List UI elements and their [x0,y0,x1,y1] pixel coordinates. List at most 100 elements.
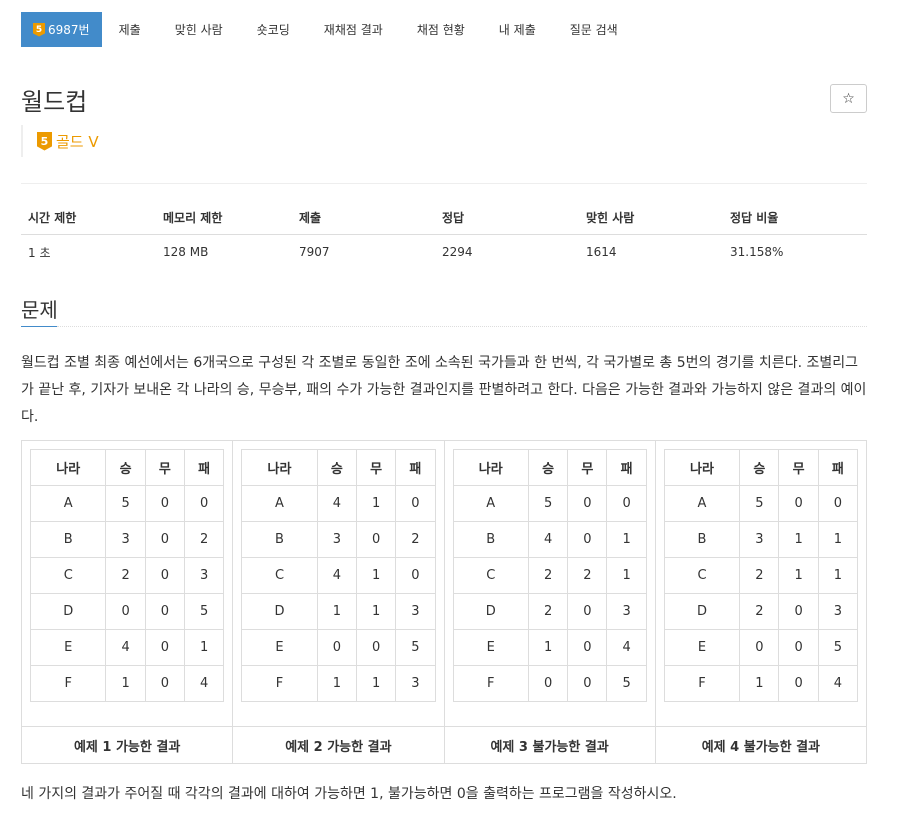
nav-submit[interactable]: 제출 [102,12,158,47]
result-cell: 2 [183,521,225,558]
example-cell-2: 나라 승 무 패 A 4 1 0 B 3 0 2 C 4 1 0 D 1 1 3 E 0 0 5 F 1 1 3 [232,440,445,727]
result-cell: 0 [395,557,436,594]
nav-short-coding[interactable]: 숏코딩 [240,12,307,47]
result-cell: 0 [144,521,185,558]
result-header: 나라 [663,449,741,486]
result-header: 무 [144,449,185,486]
result-cell: 0 [144,629,185,666]
section-title: 문제 [21,298,58,322]
result-cell: 3 [316,521,357,558]
example-caption: 예제 2 가능한 결과 [232,726,445,764]
result-row: B311 [663,521,859,558]
result-row: F005 [452,665,647,702]
nav-rejudge-results[interactable]: 재채점 결과 [307,12,400,47]
result-cell: 3 [606,593,647,630]
nav-my-submissions[interactable]: 내 제출 [482,12,553,47]
nav-judge-status[interactable]: 채점 현황 [400,12,482,47]
nav-problem-id[interactable]: 5 6987번 [21,12,102,47]
result-row: D113 [241,593,436,630]
result-header: 승 [316,449,357,486]
tier-badge-icon: 5 [33,22,45,37]
result-header: 무 [778,449,819,486]
section-underline [21,326,57,327]
section-divider [57,326,867,327]
result-header: 나라 [452,449,529,486]
result-cell: 3 [817,593,859,630]
result-cell: 3 [739,521,780,558]
nav-solved-users[interactable]: 맞힌 사람 [158,12,240,47]
result-cell: C [452,557,529,594]
result-cell: 0 [105,593,146,630]
examples-table: 나라 승 무 패 A 5 0 0 B 3 0 2 C 2 0 3 D 0 0 5 E 4 0 1 F 1 0 4 나라 승 무 패 A 4 1 0 B… [20,440,868,764]
result-cell: 3 [183,557,225,594]
result-cell: D [452,593,529,630]
result-cell: 3 [395,593,436,630]
result-cell: 4 [606,629,647,666]
result-cell: 1 [739,665,780,702]
result-row: C211 [663,557,859,594]
problem-id-label: 6987번 [48,23,90,37]
example-cell-3: 나라 승 무 패 A 5 0 0 B 4 0 1 C 2 2 1 D 2 0 3 E 1 0 4 F 0 0 5 [443,440,656,727]
result-cell: E [663,629,741,666]
result-header: 승 [739,449,780,486]
result-row: A500 [452,485,647,522]
result-row: D203 [663,593,859,630]
result-cell: 1 [778,521,819,558]
favorite-button[interactable]: ☆ [830,84,867,113]
result-header: 패 [183,449,225,486]
result-cell: 0 [606,485,647,522]
info-header: 맞힌 사람 [579,203,723,235]
result-cell: 2 [739,557,780,594]
divider [21,183,867,184]
result-cell: C [663,557,741,594]
result-row: A410 [241,485,436,522]
result-row: A500 [29,485,225,522]
problem-tier: 5 골드 V [21,125,99,157]
result-cell: 5 [105,485,146,522]
result-cell: 0 [778,485,819,522]
nav-question-search[interactable]: 질문 검색 [553,12,635,47]
result-row: F104 [29,665,225,702]
result-header: 무 [355,449,397,486]
result-cell: 2 [527,593,569,630]
result-row: E005 [241,629,436,666]
result-cell: 1 [355,665,397,702]
result-row: C410 [241,557,436,594]
result-cell: 4 [316,485,357,522]
result-cell: 0 [778,629,819,666]
result-cell: 1 [183,629,225,666]
result-cell: B [241,521,318,558]
result-cell: 0 [144,557,185,594]
result-row: F104 [663,665,859,702]
result-cell: A [663,485,741,522]
result-cell: 4 [105,629,146,666]
result-cell: E [29,629,107,666]
tier-label[interactable]: 골드 V [56,131,99,152]
result-cell: 0 [739,629,780,666]
info-header: 정답 [435,203,579,235]
result-cell: C [29,557,107,594]
result-row: B302 [29,521,225,558]
result-row: E401 [29,629,225,666]
result-table: 나라 승 무 패 A 5 0 0 B 3 0 2 C 2 0 3 D 0 0 5 E 4 0 1 F 1 0 4 [29,449,225,702]
info-header: 시간 제한 [21,203,156,235]
result-cell: 0 [395,485,436,522]
result-cell: 4 [527,521,569,558]
result-cell: 2 [395,521,436,558]
result-cell: 1 [606,557,647,594]
result-cell: F [452,665,529,702]
result-cell: 1 [817,557,859,594]
result-cell: 4 [316,557,357,594]
tier-icon: 5 [37,131,52,151]
result-cell: 4 [183,665,225,702]
example-cell-4: 나라 승 무 패 A 5 0 0 B 3 1 1 C 2 1 1 D 2 0 3 E 0 0 5 F 1 0 4 [654,440,868,727]
result-table: 나라 승 무 패 A 5 0 0 B 4 0 1 C 2 2 1 D 2 0 3 E 1 0 4 F 0 0 5 [452,449,647,702]
result-header: 나라 [29,449,107,486]
result-cell: 1 [527,629,569,666]
result-row: E104 [452,629,647,666]
result-cell: 5 [183,593,225,630]
result-cell: 0 [567,593,608,630]
result-cell: 5 [739,485,780,522]
result-row: E005 [663,629,859,666]
result-row: C221 [452,557,647,594]
